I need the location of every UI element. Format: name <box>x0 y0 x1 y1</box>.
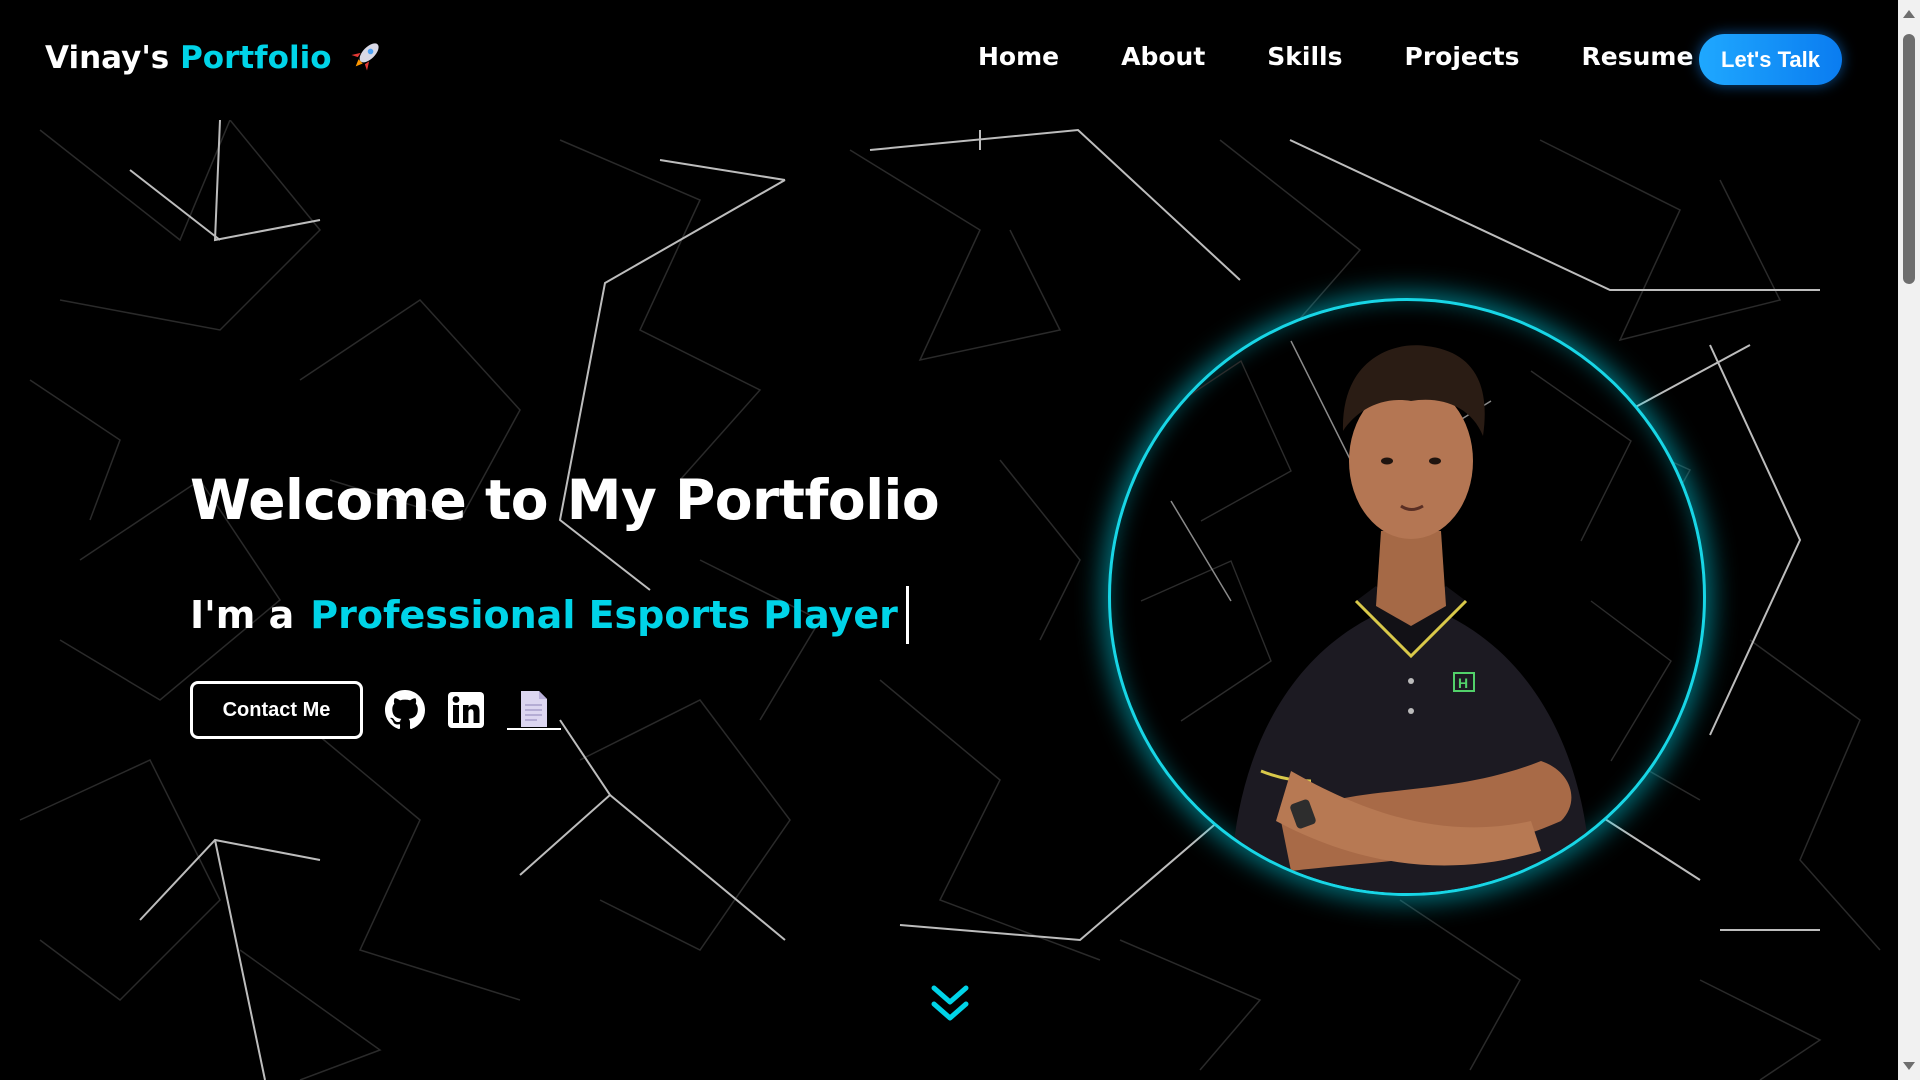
brand-name: Vinay's <box>45 40 170 76</box>
brand-logo[interactable]: Vinay's Portfolio <box>45 38 384 80</box>
scroll-up-arrow-icon[interactable] <box>1903 10 1915 18</box>
nav-home[interactable]: Home <box>978 42 1059 71</box>
portfolio-page: Vinay's Portfolio Home About Skills Proj <box>0 0 1920 1080</box>
linkedin-icon[interactable] <box>447 691 485 729</box>
hero-title: Welcome to My Portfolio <box>190 468 940 532</box>
scrollbar-thumb[interactable] <box>1903 34 1915 284</box>
lets-talk-button[interactable]: Let's Talk <box>1699 34 1842 85</box>
nav-resume[interactable]: Resume <box>1582 42 1694 71</box>
nav-about[interactable]: About <box>1121 42 1205 71</box>
scroll-down-arrow-icon[interactable] <box>1903 1062 1915 1070</box>
nav-projects[interactable]: Projects <box>1405 42 1520 71</box>
svg-text:H: H <box>1458 675 1468 691</box>
nav-skills[interactable]: Skills <box>1267 42 1342 71</box>
hero-subtitle: I'm a Professional Esports Player <box>190 586 909 644</box>
document-icon[interactable] <box>507 689 561 731</box>
double-chevron-down-icon[interactable] <box>928 982 972 1030</box>
rocket-icon <box>350 38 384 80</box>
typed-role: Professional Esports Player <box>310 593 898 637</box>
github-icon[interactable] <box>385 690 425 730</box>
vertical-scrollbar[interactable] <box>1898 0 1920 1080</box>
subtitle-prefix: I'm a <box>190 593 295 637</box>
navbar: Vinay's Portfolio Home About Skills Proj <box>0 0 1898 120</box>
profile-photo: H <box>1108 298 1706 896</box>
nav-links: Home About Skills Projects Resume <box>978 42 1755 71</box>
hero-actions: Contact Me <box>190 681 561 739</box>
contact-me-button[interactable]: Contact Me <box>190 681 363 739</box>
brand-accent: Portfolio <box>180 40 332 76</box>
typing-cursor <box>905 586 909 644</box>
